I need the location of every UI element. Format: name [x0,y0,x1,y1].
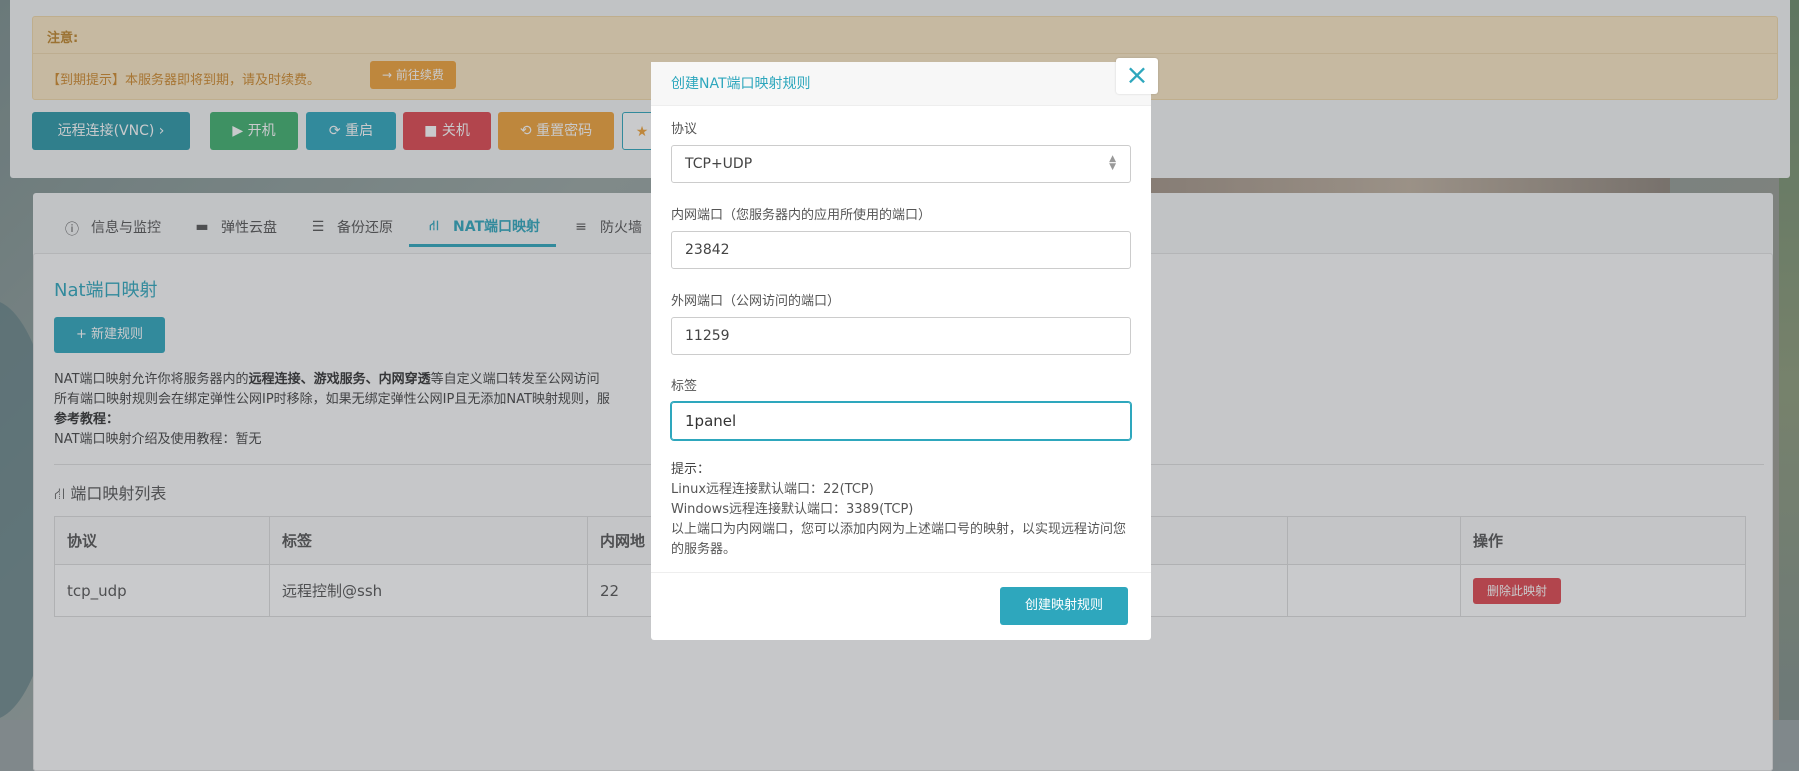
tag-input[interactable]: 1panel [671,402,1131,440]
close-icon[interactable]: × [1116,58,1158,94]
external-port-input[interactable]: 11259 [671,317,1131,355]
tip-note: 以上端口为内网端口，您可以添加内网为上述端口号的映射，以实现远程访问您的服务器。 [671,522,1127,557]
create-mapping-button[interactable]: 创建映射规则 [1000,587,1128,625]
external-port-field: 外网端口（公网访问的端口） 11259 [671,290,1131,355]
tag-field: 标签 1panel [671,375,1131,440]
tips-title: 提示： [671,462,711,477]
protocol-select[interactable]: TCP+UDP ▲ ▼ [671,145,1131,183]
protocol-label: 协议 [671,122,698,137]
modal-title: 创建NAT端口映射规则 [651,62,1151,106]
internal-port-field: 内网端口（您服务器内的应用所使用的端口） 23842 [671,204,1131,269]
tips-block: 提示： Linux远程连接默认端口：22(TCP) Windows远程连接默认端… [671,460,1131,560]
protocol-field: 协议 TCP+UDP ▲ ▼ [671,118,1131,183]
tag-label: 标签 [671,379,698,394]
internal-port-label: 内网端口（您服务器内的应用所使用的端口） [671,208,932,223]
tip-linux: Linux远程连接默认端口：22(TCP) [671,482,874,497]
sort-icon: ▲ ▼ [1109,154,1116,172]
create-nat-modal: 创建NAT端口映射规则 × 协议 TCP+UDP ▲ ▼ 内网端口（您服务器内的应… [651,58,1158,640]
internal-port-input[interactable]: 23842 [671,231,1131,269]
external-port-label: 外网端口（公网访问的端口） [671,294,841,309]
tip-windows: Windows远程连接默认端口：3389(TCP) [671,502,914,517]
